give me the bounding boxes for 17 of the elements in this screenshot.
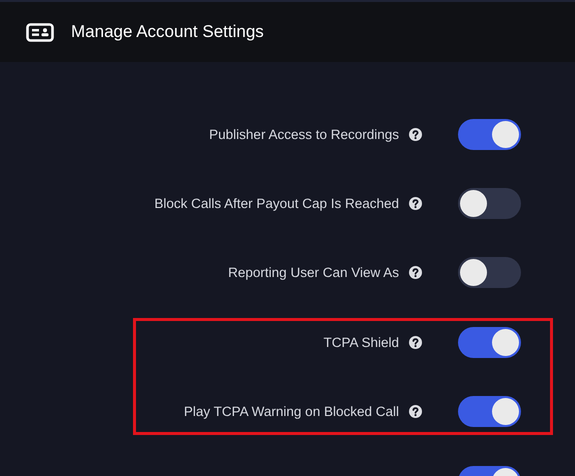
help-icon[interactable] xyxy=(409,128,422,140)
help-icon[interactable] xyxy=(409,336,422,348)
help-icon[interactable] xyxy=(409,266,422,278)
setting-label: TCPA Shield xyxy=(323,334,399,350)
help-icon[interactable] xyxy=(409,404,422,418)
toggle-switch[interactable] xyxy=(458,256,521,288)
toggle-switch[interactable] xyxy=(458,188,521,218)
setting-label: Publisher Access to Recordings xyxy=(209,126,399,142)
toggle-switch[interactable] xyxy=(458,396,521,426)
page-title: Manage Account Settings xyxy=(71,22,264,42)
setting-label: Reporting User Can View As xyxy=(228,264,399,280)
setting-label: Play TCPA Warning on Blocked Call xyxy=(184,404,399,418)
setting-label: Block Calls After Payout Cap Is Reached xyxy=(154,196,399,210)
id-card-icon xyxy=(26,22,54,42)
toggle-switch[interactable] xyxy=(458,118,521,150)
help-icon[interactable] xyxy=(409,196,422,210)
toggle-switch[interactable] xyxy=(458,326,521,358)
